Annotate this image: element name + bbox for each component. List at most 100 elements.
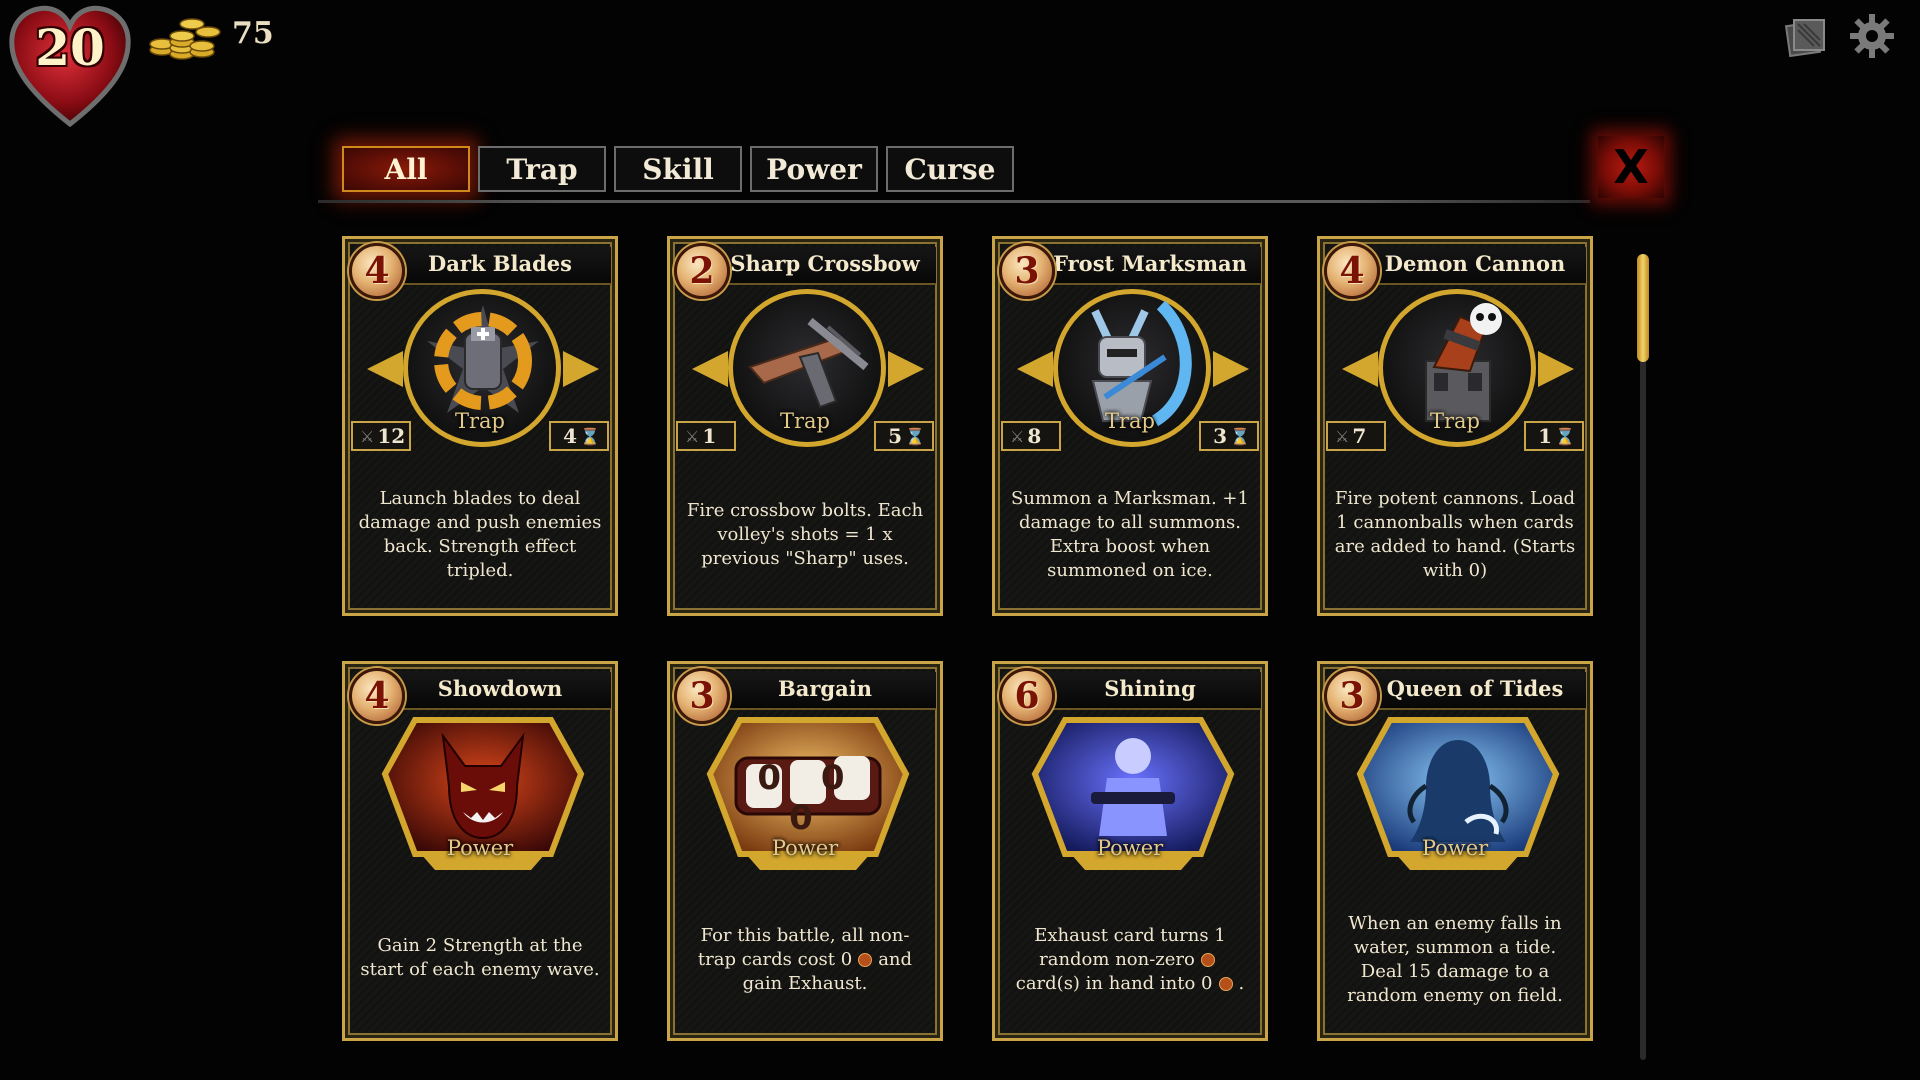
close-icon: X [1613,140,1649,194]
card-demon-cannon[interactable]: Demon Cannon 4 Trap ⚔ 7 1 ⌛ Fire potent ca… [1317,236,1593,616]
hourglass-icon: ⌛ [905,426,925,446]
card-showdown[interactable]: Showdown 4 Power Gain 2 Strength at the … [342,661,618,1041]
tab-all[interactable]: All [342,146,470,192]
desc-line: gain Exhaust. [742,973,868,994]
attack-value: 12 [377,424,406,448]
card-type: Power [771,836,839,860]
sea-queen-icon [1396,726,1520,850]
frame-spike [563,351,599,387]
card-description: Fire crossbow bolts. Each volley's shots… [680,499,930,571]
desc-line: Summon a Marksman. +1 [1011,488,1249,509]
card-cost: 3 [1014,250,1040,292]
card-name: Dark Blades [428,251,572,276]
attack-value: 8 [1027,424,1042,448]
hp-value: 20 [35,18,105,77]
attack-stat: ⚔ 1 [676,421,736,451]
hourglass-icon: ⌛ [1230,426,1250,446]
desc-line: water, summon a tide. [1353,937,1557,958]
desc-line: start of each enemy wave. [360,959,600,980]
energy-icon [858,953,873,967]
frame-spike [1017,351,1053,387]
energy-icon [1200,953,1215,967]
frame-spike [888,351,924,387]
duration-stat: 4 ⌛ [549,421,609,451]
card-dark-blades[interactable]: Dark Blades 4 Trap ⚔ 12 4 ⌛ Launch blades … [342,236,618,616]
desc-line: back. Strength effect [383,536,577,557]
tab-curse[interactable]: Curse [886,146,1014,192]
card-name: Demon Cannon [1384,251,1566,276]
coins-icon [148,6,228,66]
desc-text: card(s) in hand into 0 [1015,973,1213,994]
desc-line: summoned on ice. [1047,560,1213,581]
card-name: Sharp Crossbow [730,251,920,276]
desc-line: Exhaust card turns 1 [1034,925,1226,946]
card-bargain[interactable]: Bargain 3 0 0 0 Power For this battle, a… [667,661,943,1041]
card-description: For this battle, all non- trap cards cos… [680,924,930,996]
tab-trap[interactable]: Trap [478,146,606,192]
tab-skill[interactable]: Skill [614,146,742,192]
tab-power[interactable]: Power [750,146,878,192]
scrollbar-thumb[interactable] [1637,254,1649,362]
desc-line: damage to all summons. [1018,512,1242,533]
desc-line: Fire crossbow bolts. Each [686,500,924,521]
desc-line: card(s) in hand into 0. [1015,973,1245,994]
duration-value: 5 [888,424,903,448]
attack-value: 1 [702,424,717,448]
card-type: Power [1096,836,1164,860]
card-description: Gain 2 Strength at the start of each ene… [355,934,605,982]
duration-value: 3 [1213,424,1228,448]
card-shining[interactable]: Shining 6 Power Exhaust card turns 1 ran… [992,661,1268,1041]
hourglass-icon: ⌛ [1555,426,1575,446]
hourglass-icon: ⌛ [580,426,600,446]
desc-line: with 0) [1422,560,1488,581]
attack-value: 7 [1352,424,1367,448]
card-cost: 3 [689,675,715,717]
card-cost-badge: 2 [674,243,730,299]
desc-line: For this battle, all non- [700,925,910,946]
desc-line: Fire potent cannons. Load [1334,488,1576,509]
desc-text: random non-zero [1039,949,1195,970]
card-cost: 3 [1339,675,1365,717]
card-sharp-crossbow[interactable]: Sharp Crossbow 2 Trap ⚔ 1 5 ⌛ Fire crossbo… [667,236,943,616]
duration-value: 1 [1538,424,1553,448]
desc-line: Deal 15 damage to a [1360,961,1550,982]
attack-stat: ⚔ 12 [351,421,411,451]
scrollbar-track[interactable] [1640,254,1646,1060]
card-queen-of-tides[interactable]: Queen of Tides 3 Power When an enemy fal… [1317,661,1593,1041]
card-frost-marksman[interactable]: Frost Marksman 3 Trap ⚔ 8 3 ⌛ Summon a Mar… [992,236,1268,616]
attack-stat: ⚔ 7 [1326,421,1386,451]
deck-icon[interactable] [1782,12,1830,60]
card-type: Power [446,836,514,860]
swords-icon: ⚔ [685,426,700,446]
card-cost: 4 [364,675,390,717]
desc-line: tripled. [446,560,514,581]
gear-icon[interactable] [1848,12,1896,60]
energy-icon [1218,977,1233,991]
frame-spike [367,351,403,387]
card-type: Power [1421,836,1489,860]
card-name: Queen of Tides [1386,676,1564,701]
card-description: Summon a Marksman. +1 damage to all summ… [1005,487,1255,583]
duration-value: 4 [563,424,578,448]
close-button[interactable]: X [1598,136,1664,198]
card-description: When an enemy falls in water, summon a t… [1330,912,1580,1008]
attack-stat: ⚔ 8 [1001,421,1061,451]
desc-text: and [878,949,913,970]
desc-line: random enemy on field. [1347,985,1563,1006]
desc-line: previous "Sharp" uses. [701,548,909,569]
swords-icon: ⚔ [1335,426,1350,446]
card-cost: 4 [1339,250,1365,292]
card-name: Showdown [437,676,563,701]
card-cost-badge: 3 [999,243,1055,299]
frame-spike [1213,351,1249,387]
card-description: Launch blades to deal damage and push en… [355,487,605,583]
desc-line: Gain 2 Strength at the [377,935,583,956]
duration-stat: 5 ⌛ [874,421,934,451]
card-name: Frost Marksman [1053,251,1247,276]
demon-face-icon [421,726,545,850]
desc-line: trap cards cost 0 and [680,948,930,972]
card-cost: 4 [364,250,390,292]
frame-spike [1342,351,1378,387]
desc-line: volley's shots = 1 x [717,524,893,545]
desc-line: Launch blades to deal [379,488,581,509]
